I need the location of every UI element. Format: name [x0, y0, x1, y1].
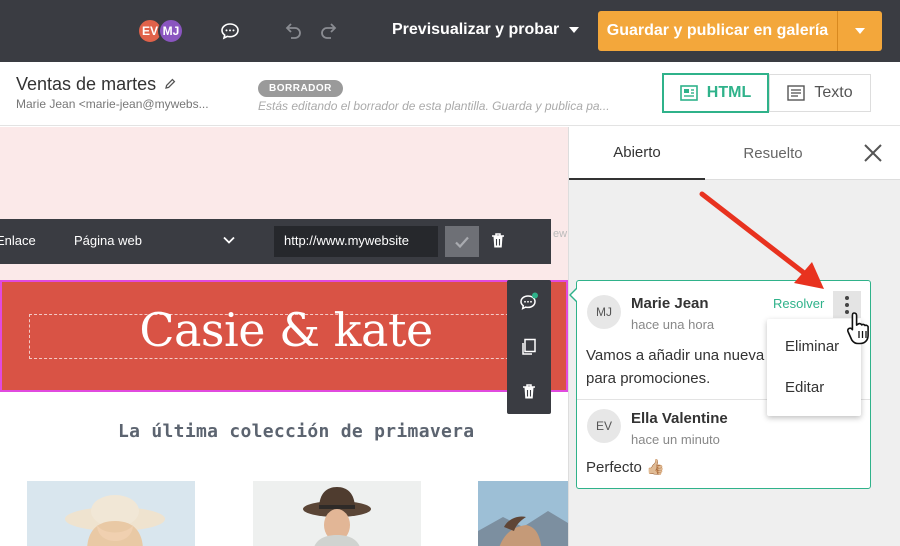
confirm-link-button[interactable] — [445, 226, 479, 257]
block-comment-icon[interactable] — [507, 280, 551, 324]
comment-text: Perfecto 👍🏼 — [586, 459, 665, 476]
redo-icon[interactable] — [317, 19, 341, 43]
link-toolbar: Enlace Página web http://www.mywebsite — [0, 219, 551, 264]
editor-screen: EV MJ Previsualizar y probar Guardar y p… — [0, 0, 900, 546]
duplicate-block-icon[interactable] — [507, 325, 551, 369]
publish-options-button[interactable] — [838, 11, 882, 51]
chevron-down-icon — [569, 27, 580, 33]
url-input[interactable]: http://www.mywebsite — [274, 226, 438, 257]
comment-time: hace un minuto — [631, 432, 720, 447]
top-bar: EV MJ Previsualizar y probar Guardar y p… — [0, 0, 900, 62]
text-document-icon — [787, 85, 806, 101]
link-type-label: Enlace — [0, 233, 36, 248]
template-title-text: Ventas de martes — [16, 74, 157, 94]
delete-block-icon[interactable] — [507, 370, 551, 414]
text-mode-button[interactable]: Texto — [769, 74, 871, 112]
tab-open[interactable]: Abierto — [569, 127, 705, 180]
comments-icon[interactable] — [218, 19, 242, 43]
avatar: MJ — [587, 295, 621, 329]
check-icon — [455, 236, 469, 248]
html-mode-label: HTML — [706, 84, 752, 101]
brand-logo-text[interactable]: Casie & kate — [2, 303, 568, 357]
block-tools — [507, 280, 551, 414]
text-mode-label: Texto — [814, 84, 853, 101]
preview-label: Previsualizar y probar — [392, 21, 560, 38]
pencil-icon[interactable] — [164, 74, 176, 95]
email-canvas: ew Enlace Página web http://www.mywebsit… — [0, 127, 568, 546]
menu-item-edit[interactable]: Editar — [767, 367, 861, 407]
preview-test-menu[interactable]: Previsualizar y probar — [392, 21, 580, 39]
draft-hint: Estás editando el borrador de esta plant… — [258, 99, 610, 113]
header-banner-block[interactable]: Casie & kate — [0, 280, 568, 392]
resolve-button[interactable]: Resolver — [773, 296, 824, 311]
tab-resolved[interactable]: Resuelto — [705, 127, 841, 180]
comment-time: hace una hora — [631, 317, 715, 332]
collection-heading[interactable]: La última colección de primavera — [118, 421, 474, 442]
comment-tabs: Abierto Resuelto — [569, 127, 900, 180]
save-publish-button[interactable]: Guardar y publicar en galería — [598, 11, 837, 51]
product-image[interactable] — [253, 481, 421, 546]
template-title[interactable]: Ventas de martes — [16, 74, 176, 95]
link-target-select[interactable]: Página web — [74, 233, 142, 248]
undo-icon[interactable] — [281, 19, 305, 43]
product-image[interactable] — [478, 481, 568, 546]
comment-text: Vamos a añadir una nueva para promocione… — [586, 347, 765, 387]
product-image[interactable] — [27, 481, 195, 546]
chevron-down-icon[interactable] — [222, 233, 236, 252]
avatar-mj[interactable]: MJ — [158, 18, 184, 44]
close-icon[interactable] — [861, 141, 885, 165]
html-mode-button[interactable]: HTML — [662, 73, 769, 113]
publish-button-group: Guardar y publicar en galería — [598, 11, 882, 51]
template-sender: Marie Jean <marie-jean@mywebs... — [16, 97, 209, 111]
chevron-down-icon — [855, 28, 865, 34]
card-pointer-fill — [571, 288, 578, 302]
template-header: Ventas de martes Marie Jean <marie-jean@… — [0, 62, 900, 126]
hidden-view-link: ew — [553, 228, 568, 240]
html-layout-icon — [679, 85, 698, 101]
status-badge: BORRADOR — [258, 80, 343, 97]
pointer-hand-icon — [846, 312, 869, 345]
remove-link-icon[interactable] — [490, 232, 506, 255]
comment-author: Ella Valentine — [631, 410, 728, 427]
avatar: EV — [587, 409, 621, 443]
comment-author: Marie Jean — [631, 295, 709, 312]
